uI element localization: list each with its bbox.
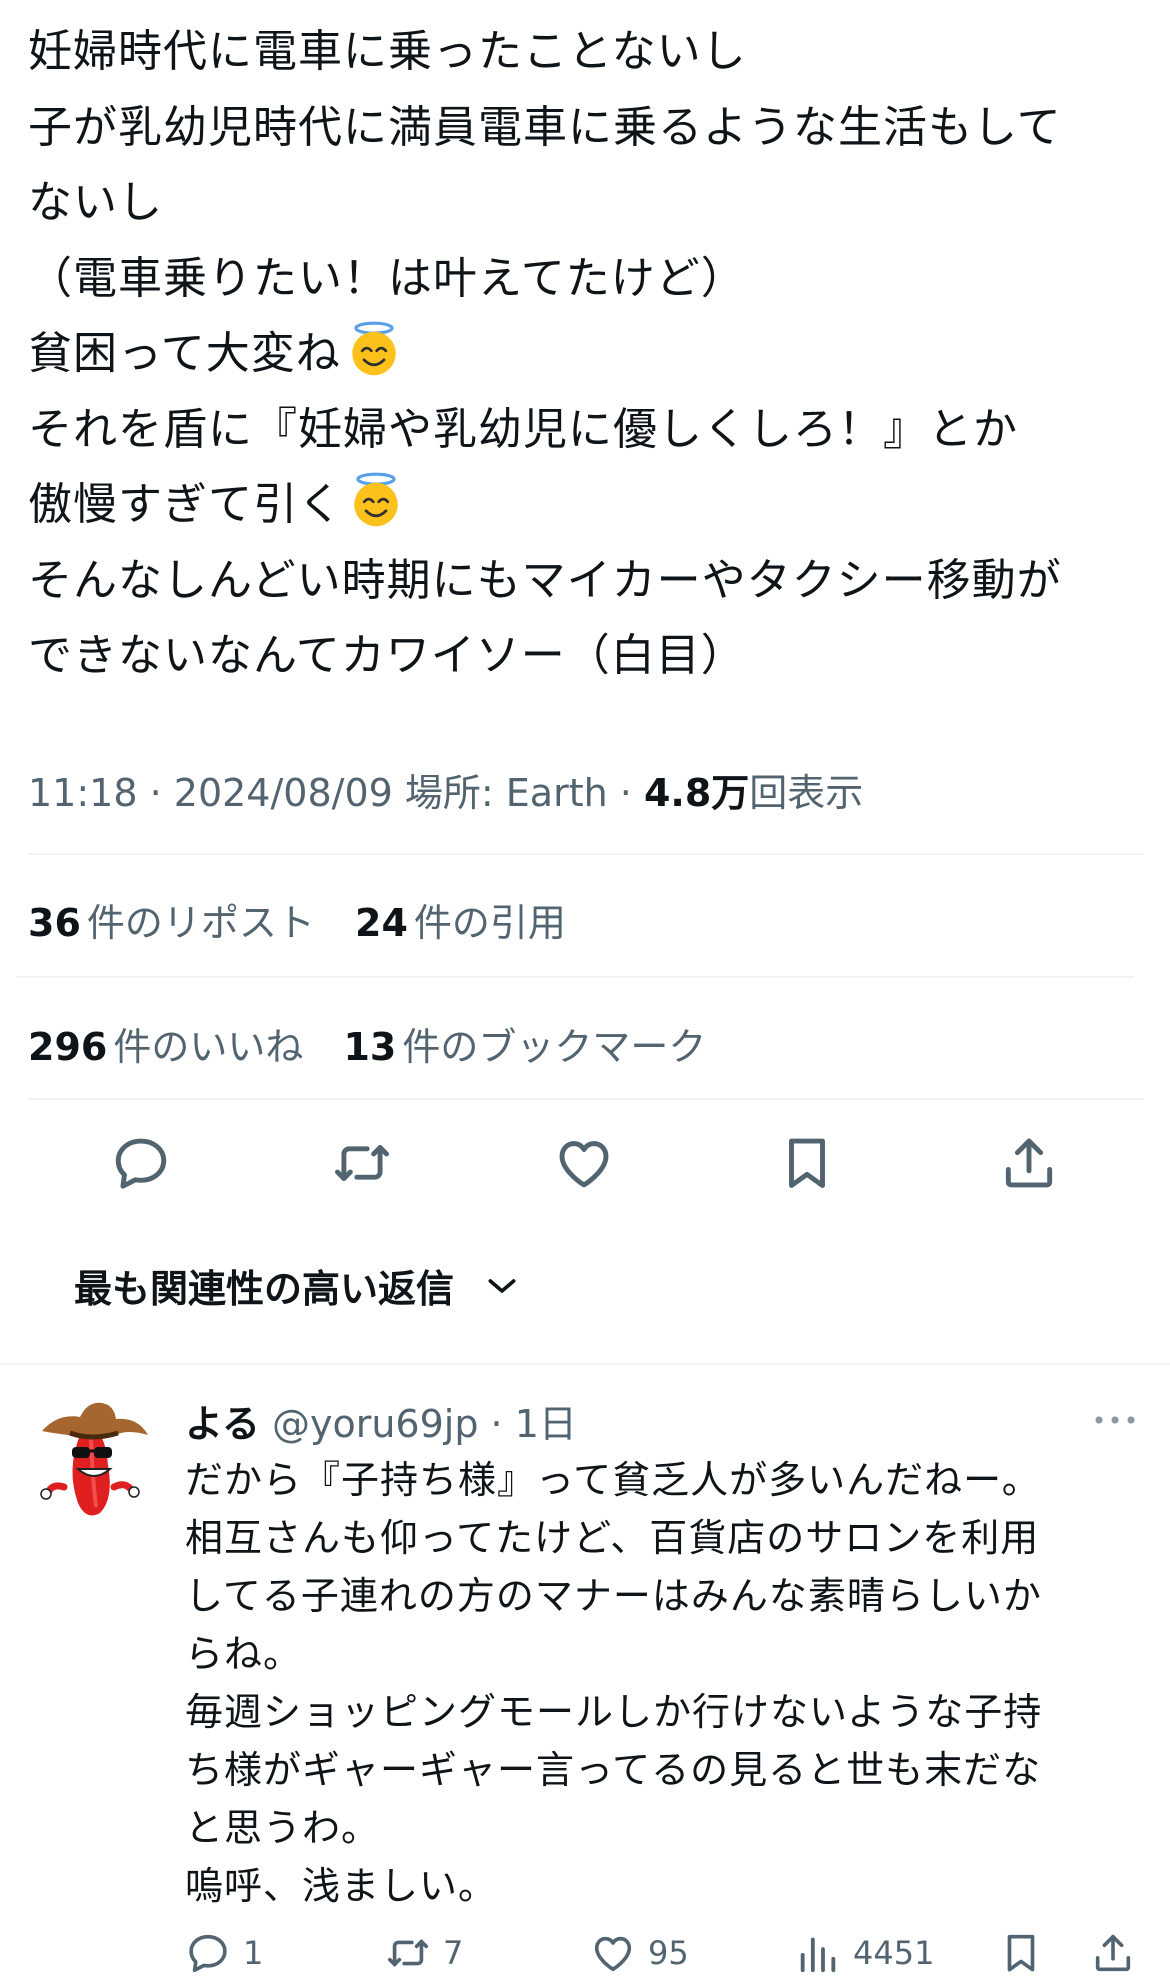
tweet-line-with-emoji: 傲慢すぎて引く: [28, 467, 1148, 543]
share-icon: [1005, 1138, 1053, 1188]
reply-repost-button[interactable]: 7: [385, 1930, 463, 1976]
tweet-time[interactable]: 11:18: [28, 771, 138, 815]
reply-line: 相互さんも仰ってたけど、百貨店のサロンを利用: [185, 1516, 1040, 1560]
more-options-icon[interactable]: [1090, 1405, 1140, 1435]
chili-pepper-avatar-icon: [29, 1396, 157, 1524]
reply-bookmark-button[interactable]: [998, 1930, 1056, 1976]
tweet-line: （電車乗りたい！は叶えてたけど）: [28, 252, 746, 304]
meta-separator: ·: [619, 771, 644, 815]
quotes-stat[interactable]: 24 件の引用: [355, 901, 566, 945]
bookmark-button[interactable]: [772, 1128, 842, 1198]
reposts-label: 件のリポスト: [86, 901, 315, 945]
tweet-line: 妊婦時代に電車に乗ったことないし: [28, 26, 747, 77]
tweet-action-bar: [0, 1128, 1170, 1208]
tweet-line: 貧困って大変ね: [28, 328, 341, 379]
repost-icon: [335, 1145, 389, 1181]
reply-line: 嗚呼、浅ましい。: [185, 1864, 498, 1908]
reply-share-button[interactable]: [1090, 1930, 1148, 1976]
like-button[interactable]: [549, 1128, 619, 1198]
reply-like-count: 95: [648, 1934, 689, 1972]
reply-author-name[interactable]: よる: [185, 1402, 260, 1446]
bookmarks-label: 件のブックマーク: [402, 1025, 707, 1069]
smiling-face-with-halo-icon: [354, 472, 398, 527]
reply-icon: [189, 1934, 227, 1973]
bookmark-icon: [1007, 1934, 1035, 1972]
views-chart-icon: [800, 1937, 836, 1973]
reply-time[interactable]: 1日: [515, 1402, 577, 1446]
like-icon: [559, 1141, 609, 1188]
divider: [16, 976, 1134, 978]
tweet-line: できないなんてカワイソー（白目）: [28, 630, 746, 681]
tweet-line-with-emoji: 貧困って大変ね: [28, 316, 1148, 392]
reply-repost-count: 7: [443, 1934, 464, 1972]
quotes-count: 24: [355, 901, 408, 945]
bookmarks-stat[interactable]: 13 件のブックマーク: [343, 1025, 706, 1069]
tweet-date[interactable]: 2024/08/09: [174, 771, 393, 815]
reply-line: だから『子持ち様』って貧乏人が多いんだねー。: [185, 1458, 1041, 1502]
likes-count: 296: [28, 1025, 108, 1069]
header-separator: ·: [490, 1402, 515, 1446]
reply-sort-label: 最も関連性の高い返信: [74, 1267, 455, 1311]
tweet-line: そんなしんどい時期にもマイカーやタクシー移動が: [28, 554, 1062, 606]
like-bookmark-stats: 296 件のいいね 13 件のブックマーク: [28, 1016, 706, 1071]
reply-reply-button[interactable]: 1: [185, 1930, 263, 1976]
reply-like-button[interactable]: 95: [590, 1930, 689, 1976]
bookmark-icon: [789, 1138, 825, 1188]
reply-line: らね。: [185, 1632, 303, 1676]
tweet-meta: 11:18 · 2024/08/09 場所: Earth · 4.8万回表示: [28, 762, 863, 817]
reply-line: と思うわ。: [185, 1806, 381, 1850]
reply-action-bar: 1 7 95 4451: [0, 1930, 1170, 1977]
smiling-face-with-halo-icon: [352, 321, 396, 376]
tweet-line: 傲慢すぎて引く: [28, 479, 343, 530]
repost-quote-stats: 36 件のリポスト 24 件の引用: [28, 892, 566, 947]
tweet-line: 子が乳幼児時代に満員電車に乗るような生活もして: [28, 101, 1062, 153]
tweet-location: 場所: Earth: [404, 771, 608, 815]
views-count: 4.8万: [643, 771, 750, 815]
reply-author-handle[interactable]: @yoru69jp: [272, 1402, 478, 1446]
reply-reply-count: 1: [243, 1934, 264, 1972]
tweet-line: それを盾に『妊婦や乳幼児に優しくしろ！』とか: [28, 403, 1018, 455]
repost-icon: [387, 1939, 429, 1967]
divider: [28, 1098, 1144, 1100]
reply-views-count: 4451: [853, 1934, 935, 1972]
quotes-label: 件の引用: [413, 901, 566, 945]
views-label: 回表示: [749, 771, 864, 815]
share-icon: [1095, 1934, 1131, 1972]
likes-label: 件のいいね: [113, 1025, 304, 1069]
like-icon: [594, 1936, 632, 1972]
share-button[interactable]: [994, 1128, 1064, 1198]
bookmarks-count: 13: [343, 1025, 397, 1069]
likes-stat[interactable]: 296 件のいいね: [28, 1025, 303, 1069]
tweet-text: 妊婦時代に電車に乗ったことないし 子が乳幼児時代に満員電車に乗るような生活もして…: [28, 14, 1148, 694]
repost-button[interactable]: [327, 1128, 397, 1198]
tweet-line: ないし: [28, 177, 163, 228]
reply-sort-selector[interactable]: 最も関連性の高い返信: [74, 1258, 522, 1313]
divider: [0, 1363, 1170, 1365]
meta-separator: ·: [149, 771, 174, 815]
reply-line: 毎週ショッピングモールしか行けないような子持: [185, 1690, 1043, 1734]
avatar[interactable]: [28, 1395, 158, 1525]
reply-text: だから『子持ち様』って貧乏人が多いんだねー。 相互さんも仰ってたけど、百貨店のサ…: [185, 1451, 1145, 1915]
reply-line: ち様がギャーギャー言ってるの見ると世も末だな: [185, 1748, 1042, 1792]
reply-views-button[interactable]: 4451: [795, 1930, 934, 1976]
chevron-down-icon: [488, 1278, 516, 1293]
reply-icon: [115, 1138, 167, 1189]
reposts-stat[interactable]: 36 件のリポスト: [28, 901, 315, 945]
reply-line: してる子連れの方のマナーはみんな素晴らしいか: [185, 1574, 1042, 1618]
reposts-count: 36: [28, 901, 81, 945]
divider: [28, 853, 1144, 855]
reply-header: よる @yoru69jp · 1日: [185, 1393, 577, 1448]
reply-button[interactable]: [106, 1128, 176, 1198]
